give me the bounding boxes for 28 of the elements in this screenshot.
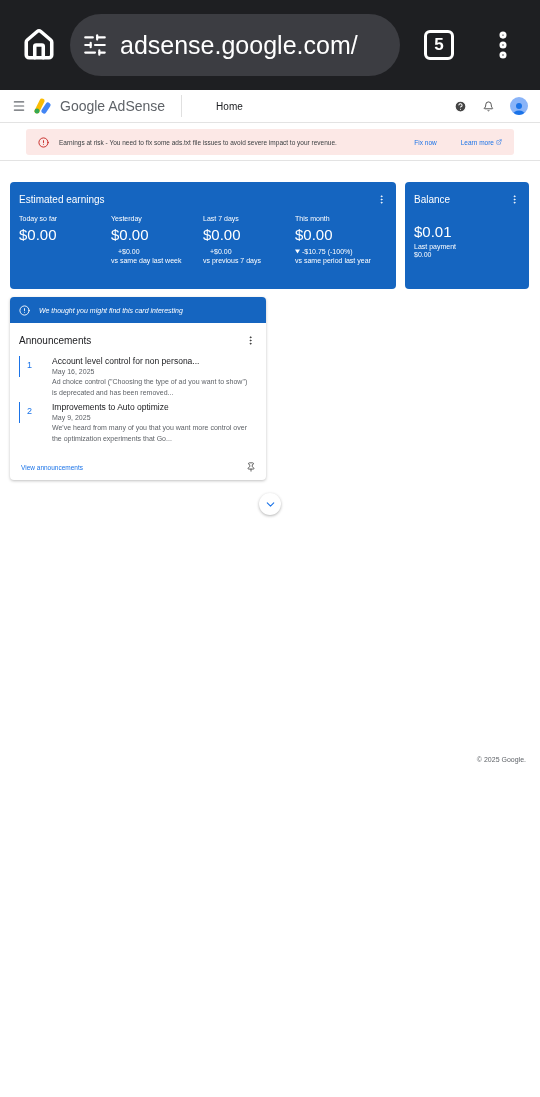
info-icon bbox=[19, 304, 30, 316]
announcement-number: 1 bbox=[19, 356, 32, 377]
metric-value: $0.00 bbox=[295, 226, 334, 243]
card-title: Estimated earnings bbox=[19, 194, 105, 205]
announcement-number: 2 bbox=[19, 402, 32, 423]
metric-value: $0.00 bbox=[111, 226, 150, 243]
error-icon bbox=[38, 136, 49, 148]
pin-icon[interactable] bbox=[246, 462, 256, 472]
card-title: Balance bbox=[414, 194, 451, 205]
address-bar[interactable]: adsense.google.com/ bbox=[70, 14, 400, 76]
adsense-logo-icon bbox=[34, 98, 52, 114]
brand-name: Google AdSense bbox=[60, 98, 166, 114]
site-settings-icon[interactable] bbox=[82, 32, 108, 58]
tabs-button[interactable]: 5 bbox=[424, 30, 454, 60]
metric-value: $0.00 bbox=[203, 226, 242, 243]
page-title: Home bbox=[215, 100, 244, 112]
metric-value: $0.00 bbox=[19, 226, 58, 243]
card-title: Announcements bbox=[19, 335, 92, 346]
home-icon[interactable] bbox=[22, 28, 56, 62]
avatar[interactable] bbox=[510, 97, 528, 115]
announcement-title[interactable]: Improvements to Auto optimize bbox=[52, 402, 256, 412]
url-text: adsense.google.com/ bbox=[120, 30, 358, 60]
announcement-title[interactable]: Account level control for non persona... bbox=[52, 356, 256, 366]
notifications-icon[interactable] bbox=[483, 100, 494, 112]
expand-button[interactable] bbox=[259, 493, 281, 515]
help-icon[interactable] bbox=[454, 99, 467, 113]
external-link-icon bbox=[496, 139, 502, 145]
balance-value: $0.01 bbox=[414, 223, 453, 240]
